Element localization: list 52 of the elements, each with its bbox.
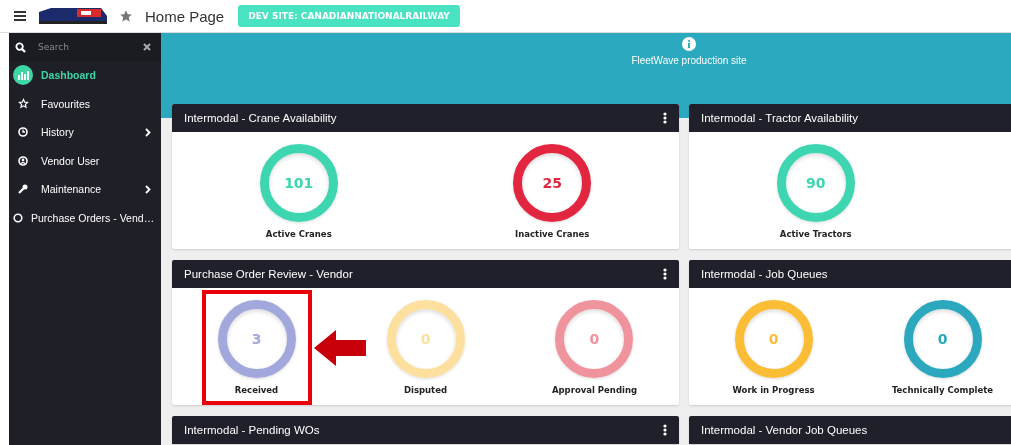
wrench-icon: [18, 184, 28, 195]
menu-icon[interactable]: [14, 11, 26, 21]
tile-label: Received: [234, 385, 279, 395]
train-logo-icon[interactable]: [37, 6, 109, 26]
sidebar-item[interactable]: History: [9, 118, 161, 147]
environment-badge: DEV SITE: CANADIANNATIONALRAILWAY: [238, 5, 460, 27]
sidebar-item[interactable]: Purchase Orders - Vend…: [9, 203, 161, 232]
count-tile[interactable]: 3 Received: [201, 290, 312, 405]
tile-label: Work in Progress: [732, 385, 815, 395]
sidebar-item[interactable]: Maintenance: [9, 175, 161, 204]
clock-icon: [18, 127, 28, 138]
widget-title: Intermodal - Crane Availability: [184, 112, 337, 124]
user-icon: [18, 155, 28, 166]
chart-icon: [17, 70, 29, 81]
tile-label: Technically Complete: [891, 385, 994, 395]
search-input[interactable]: Search: [36, 41, 133, 53]
tile-label: Disputed: [403, 385, 448, 395]
star-icon[interactable]: [119, 9, 133, 23]
widget-title: Intermodal - Tractor Availability: [701, 112, 859, 124]
count-tile[interactable]: 25 Inactive Cranes: [497, 134, 608, 249]
chevron-icon: [145, 184, 151, 194]
sidebar-item[interactable]: Vendor User: [9, 146, 161, 175]
count-tile[interactable]: 90 Active Tractors: [760, 134, 871, 249]
widget-title: Intermodal - Job Queues: [701, 268, 828, 280]
circle-icon: [13, 212, 23, 223]
count-tile[interactable]: 0 Approval Pending: [535, 290, 654, 405]
widget-title: Intermodal - Vendor Job Queues: [701, 424, 868, 436]
tile-label: Active Tractors: [779, 229, 852, 239]
chevron-icon: [145, 127, 151, 137]
banner-text: FleetWave production site: [631, 55, 747, 66]
tile-label: Inactive Cranes: [515, 229, 590, 239]
sidebar-item[interactable]: Favourites: [9, 89, 161, 118]
sidebar-item[interactable]: Dashboard: [9, 61, 161, 90]
count-ring[interactable]: 25: [513, 144, 592, 222]
tile-label: Active Cranes: [265, 229, 332, 239]
page-title: Home Page: [145, 7, 225, 25]
more-icon[interactable]: [663, 424, 667, 436]
count-tile[interactable]: 101 Active Cranes: [243, 134, 354, 249]
widget-title: Purchase Order Review - Vendor: [184, 268, 353, 280]
count-tile[interactable]: 0 Work in Progress: [716, 290, 831, 405]
search-icon: [15, 41, 26, 53]
tile-label: Approval Pending: [551, 385, 638, 395]
info-icon: [682, 37, 696, 51]
star-icon: [17, 98, 29, 110]
widget-title: Intermodal - Pending WOs: [184, 424, 320, 436]
search-field[interactable]: Search: [9, 33, 161, 61]
arrow-icon: [314, 330, 366, 366]
more-icon[interactable]: [663, 268, 667, 280]
close-icon[interactable]: [143, 43, 151, 51]
count-tile[interactable]: 0 Disputed: [370, 290, 481, 405]
count-tile[interactable]: 0 Technically Complete: [875, 290, 1010, 405]
more-icon[interactable]: [663, 112, 667, 124]
